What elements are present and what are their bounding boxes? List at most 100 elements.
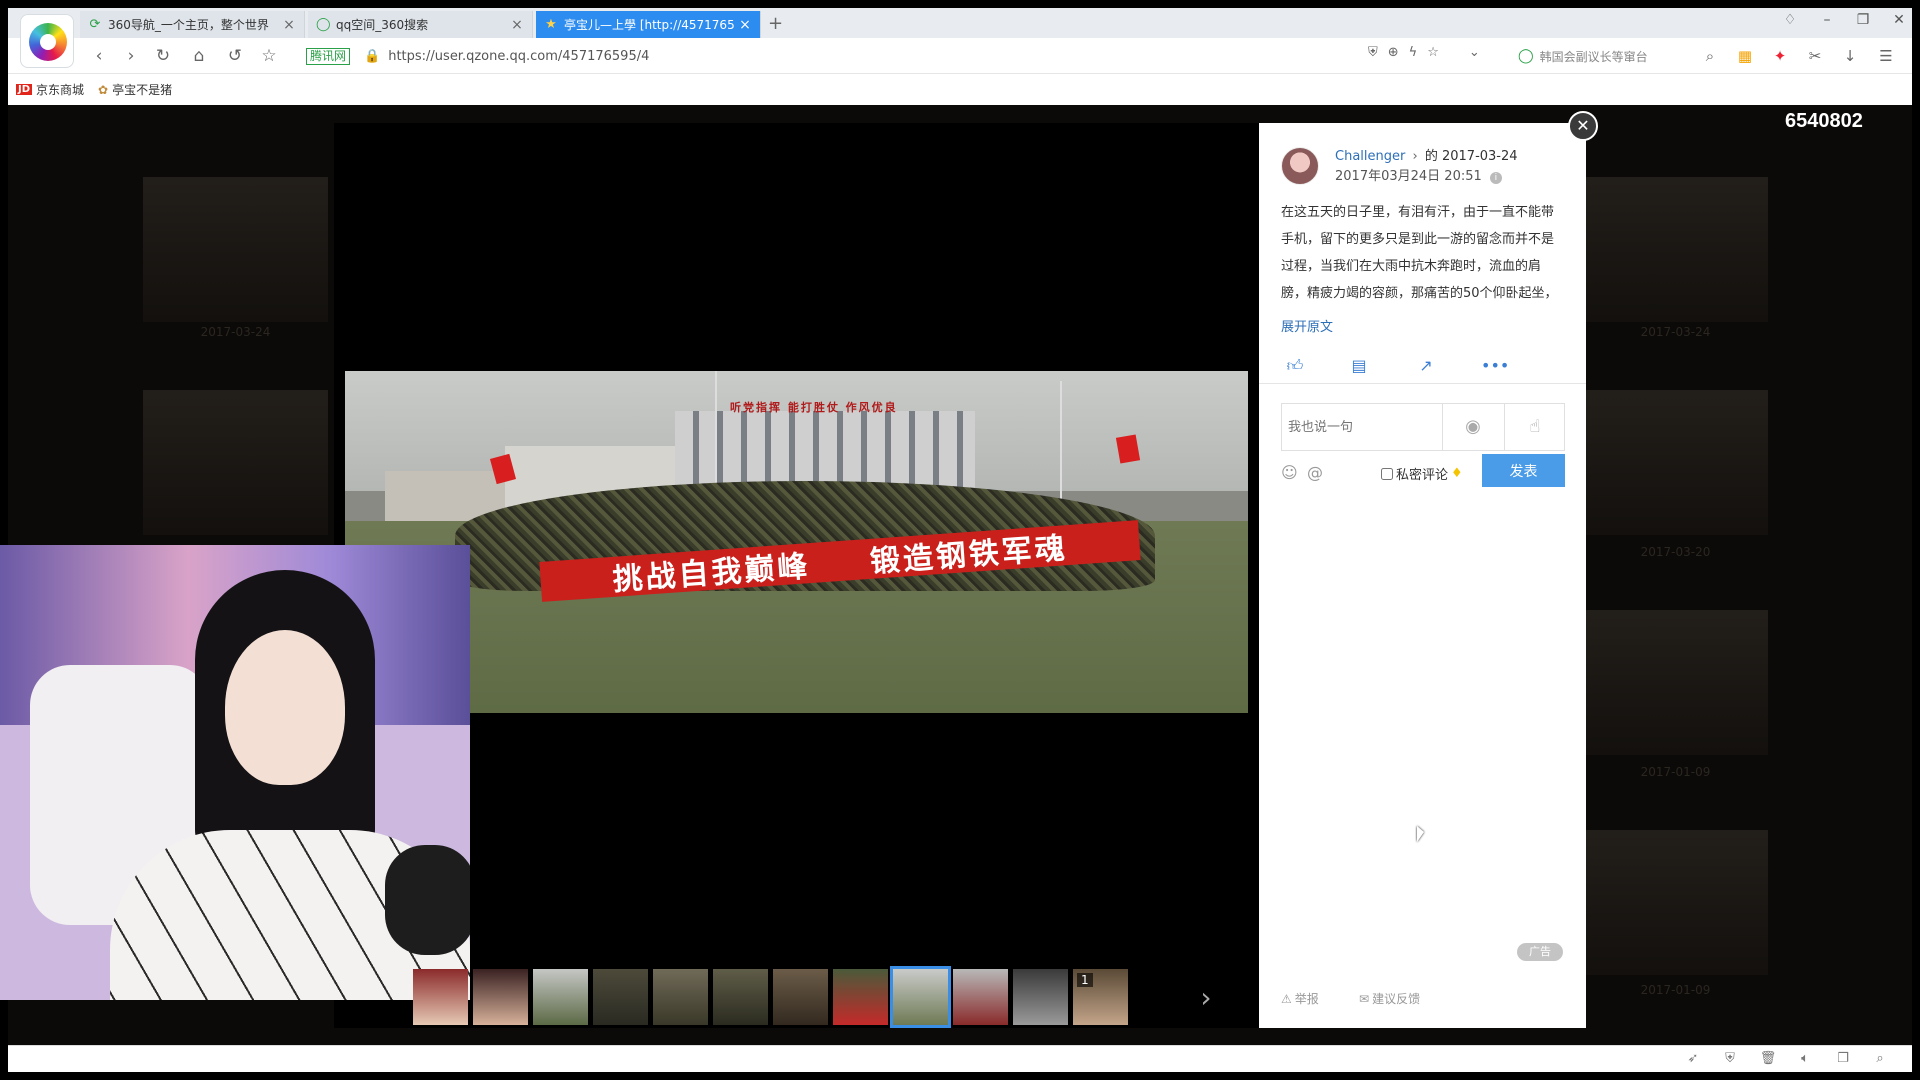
microphone — [385, 845, 470, 955]
paw-icon: ✿ — [98, 82, 109, 97]
shield-icon[interactable]: ⛨ — [1720, 1051, 1740, 1066]
home-icon[interactable]: ⌂ — [188, 45, 210, 67]
refresh-icon[interactable]: ↻ — [152, 45, 174, 67]
avatar[interactable] — [1281, 147, 1319, 185]
main-photo[interactable]: 听党指挥 能打胜仗 作风优良 挑战自我巅峰 锻造钢铁军魂 — [345, 371, 1248, 713]
thumbnail[interactable] — [1013, 969, 1068, 1025]
share-icon[interactable]: ↗ — [1414, 356, 1438, 376]
album-date: 2017-03-24 — [200, 325, 271, 339]
zoom-icon[interactable]: ⌕ — [1870, 1051, 1890, 1066]
favorite-icon[interactable]: ☆ — [258, 45, 280, 67]
back-icon[interactable]: ‹ — [88, 45, 110, 67]
game-icon[interactable]: ✦ — [1768, 44, 1792, 68]
window-icon[interactable]: ❐ — [1833, 1051, 1853, 1066]
thumbnail[interactable] — [653, 969, 708, 1025]
restore-icon[interactable]: ❐ — [1852, 12, 1874, 28]
thumbnail[interactable] — [593, 969, 648, 1025]
thumbnail-selected[interactable] — [890, 966, 951, 1028]
thumbnail[interactable] — [473, 969, 528, 1025]
ad-badge[interactable]: 广告 — [1517, 943, 1563, 961]
window-close-icon[interactable]: ✕ — [1888, 12, 1910, 28]
browser-logo[interactable] — [20, 14, 74, 68]
close-viewer-button[interactable]: ✕ — [1568, 111, 1598, 141]
lightning-icon[interactable]: ϟ — [1409, 45, 1418, 60]
gift-hand-icon[interactable]: ☝ — [1504, 404, 1566, 450]
emoji-icon[interactable]: ☺ — [1281, 463, 1298, 482]
360-icon: ⟳ — [89, 16, 101, 32]
next-arrow-icon[interactable]: › — [1195, 978, 1217, 1018]
tab-qq-search[interactable]: ◯ qq空间_360搜索 × — [308, 11, 533, 38]
minimize-icon[interactable]: – — [1816, 12, 1838, 28]
comment-icon[interactable]: ▤ — [1347, 356, 1371, 376]
album-photo — [1583, 390, 1768, 535]
status-bar: ➶ ⛨ 🗑︎ 🔈︎ ❐ ⌕ — [8, 1045, 1912, 1072]
shield-icon[interactable]: ⛨ — [1368, 45, 1378, 60]
thumbnail[interactable] — [833, 969, 888, 1025]
comment-panel: Challenger › 的 2017-03-24 2017年03月24日 20… — [1259, 123, 1586, 1028]
info-icon[interactable]: i — [1489, 172, 1502, 184]
star-icon: ★ — [545, 16, 557, 32]
bookmark-tingbao[interactable]: ✿ 亭宝不是猪 — [98, 81, 172, 98]
address-tools: ⛨ ⊕ ϟ ☆ ⌄ — [1368, 45, 1480, 60]
search-box[interactable]: ◯ 韩国会副议长等窜台 — [1518, 44, 1718, 68]
author-link[interactable]: Challenger — [1335, 149, 1405, 164]
album-date: 2017-03-24 — [1640, 325, 1711, 339]
thumbnail[interactable] — [953, 969, 1008, 1025]
thumbs-up-icon[interactable]: 👍︎ — [1283, 356, 1307, 376]
album-date: 2017-01-09 — [1640, 765, 1711, 779]
building-sign: 听党指挥 能打胜仗 作风优良 — [730, 401, 898, 414]
rocket-icon[interactable]: ➶ — [1683, 1051, 1703, 1066]
feedback-link[interactable]: ✉ 建议反馈 — [1359, 990, 1420, 1007]
lock-icon: 🔒 — [364, 48, 381, 64]
album-date: 2017-01-09 — [1640, 983, 1711, 997]
album-photo — [1583, 177, 1768, 322]
view-count: 6540802 — [1785, 110, 1863, 132]
post-time-row: 2017年03月24日 20:51 i — [1335, 165, 1502, 184]
search-icon[interactable]: ⌕ — [1698, 44, 1722, 68]
post-time: 2017年03月24日 20:51 — [1335, 169, 1482, 184]
thumbnail[interactable] — [413, 969, 468, 1025]
mention-icon[interactable]: @ — [1307, 463, 1323, 482]
tab-qzone[interactable]: ★ 亭宝儿—上學 [http://4571765 × — [536, 11, 761, 38]
site-badge: 腾讯网 — [306, 47, 351, 65]
private-comment-toggle[interactable]: 私密评论 ♦ — [1381, 464, 1463, 483]
thumbnail[interactable] — [533, 969, 588, 1025]
menu-icon[interactable]: ☰ — [1874, 44, 1898, 68]
close-icon[interactable]: × — [738, 17, 752, 33]
address-bar[interactable]: 腾讯网 🔒 https://user.qzone.qq.com/45717659… — [306, 42, 1496, 70]
chevron-down-icon[interactable]: ⌄ — [1469, 45, 1480, 60]
download-icon[interactable]: ↓ — [1838, 44, 1862, 68]
album-photo — [1583, 830, 1768, 975]
bookmarks-bar: JD 京东商城 ✿ 亭宝不是猪 — [8, 74, 1912, 105]
tab-title: 亭宝儿—上學 [http://4571765 — [564, 18, 735, 32]
bookmark-jd[interactable]: JD 京东商城 — [16, 81, 84, 98]
post-date: 2017-03-24 — [1441, 149, 1518, 164]
report-link[interactable]: ⚠ 举报 — [1281, 990, 1319, 1007]
bookmark-star-icon[interactable]: ☆ — [1427, 45, 1439, 60]
scissors-icon[interactable]: ✂ — [1803, 44, 1827, 68]
search-engine-icon: ◯ — [1518, 48, 1534, 64]
apps-icon[interactable]: ▦ — [1733, 44, 1757, 68]
close-icon[interactable]: × — [282, 17, 296, 33]
more-icon[interactable]: ••• — [1481, 356, 1509, 376]
private-checkbox[interactable] — [1381, 467, 1393, 480]
submit-button[interactable]: 发表 — [1482, 454, 1565, 487]
feedback-label: 建议反馈 — [1372, 992, 1421, 1006]
comment-input[interactable] — [1282, 404, 1442, 450]
nav-bar: ‹ › ↻ ⌂ ↺ ☆ 腾讯网 🔒 https://user.qzone.qq.… — [8, 38, 1912, 74]
thumbnail[interactable] — [773, 969, 828, 1025]
expand-link[interactable]: 展开原文 — [1281, 316, 1333, 335]
new-tab-icon[interactable]: + — [768, 13, 783, 34]
forward-icon[interactable]: › — [120, 45, 142, 67]
tab-360-nav[interactable]: ⟳ 360导航_一个主页，整个世界 × — [80, 11, 305, 38]
close-icon[interactable]: × — [510, 17, 524, 33]
undo-icon[interactable]: ↺ — [224, 45, 246, 67]
camera-icon[interactable]: ◉ — [1442, 404, 1504, 450]
bookmark-label: 亭宝不是猪 — [112, 83, 173, 97]
thumbnail[interactable] — [713, 969, 768, 1025]
album-photo — [1583, 610, 1768, 755]
zoom-icon[interactable]: ⊕ — [1388, 45, 1399, 60]
trash-icon[interactable]: 🗑︎ — [1758, 1051, 1778, 1066]
shirt-icon[interactable]: ♢ — [1779, 12, 1801, 28]
volume-icon[interactable]: 🔈︎ — [1795, 1051, 1815, 1066]
